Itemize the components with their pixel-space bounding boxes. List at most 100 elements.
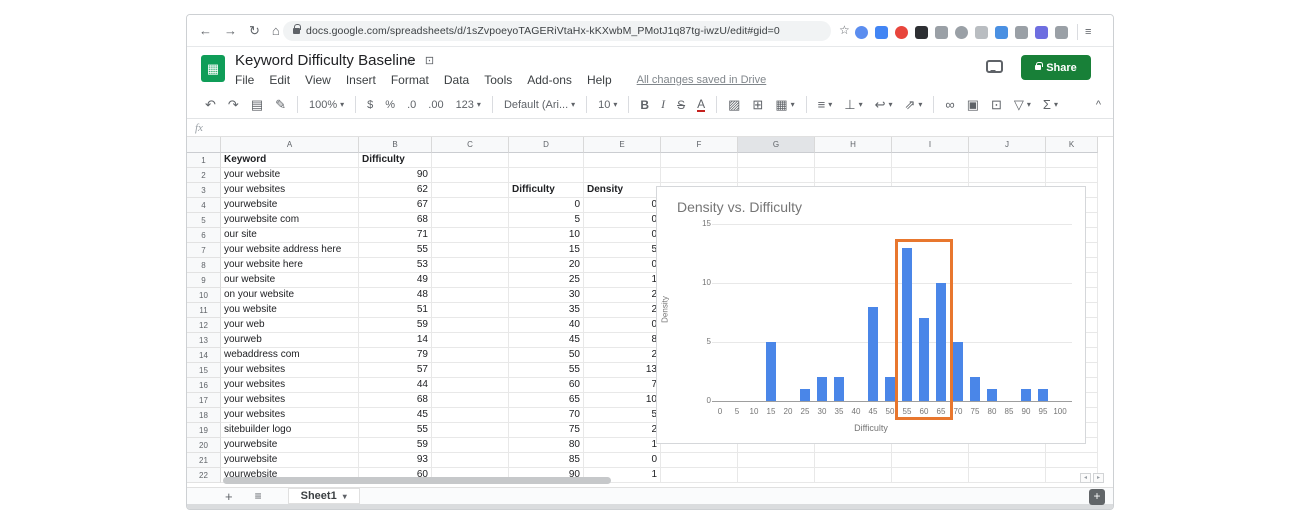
bookmark-star-icon[interactable]: ☆: [839, 23, 850, 37]
cell-k21[interactable]: [1046, 453, 1098, 468]
column-header-f[interactable]: F: [661, 137, 738, 153]
cell-b8[interactable]: 53: [359, 258, 432, 273]
cell-d16[interactable]: 60: [509, 378, 584, 393]
menu-insert[interactable]: Insert: [346, 73, 376, 87]
cell-a16[interactable]: your websites: [221, 378, 359, 393]
menu-format[interactable]: Format: [391, 73, 429, 87]
cell-b21[interactable]: 93: [359, 453, 432, 468]
row-number[interactable]: 6: [187, 228, 221, 243]
cell-g1[interactable]: [738, 153, 815, 168]
cell-c14[interactable]: [432, 348, 509, 363]
cell-d3[interactable]: Difficulty: [509, 183, 584, 198]
collapse-toolbar-button[interactable]: ^: [1096, 91, 1101, 119]
menu-addons[interactable]: Add-ons: [527, 73, 572, 87]
column-header-d[interactable]: D: [509, 137, 584, 153]
filter-icon[interactable]: ▽▾: [1014, 97, 1031, 113]
cell-b1[interactable]: Difficulty: [359, 153, 432, 168]
extension-icon[interactable]: [1015, 26, 1028, 39]
undo-icon[interactable]: ↶: [205, 97, 216, 113]
cell-e3[interactable]: Density: [584, 183, 661, 198]
cell-d14[interactable]: 50: [509, 348, 584, 363]
cell-h1[interactable]: [815, 153, 892, 168]
menu-help[interactable]: Help: [587, 73, 612, 87]
cell-d6[interactable]: 10: [509, 228, 584, 243]
cell-b12[interactable]: 59: [359, 318, 432, 333]
document-title[interactable]: Keyword Difficulty Baseline: [235, 52, 416, 69]
cell-e17[interactable]: 10: [584, 393, 661, 408]
menu-edit[interactable]: Edit: [269, 73, 290, 87]
add-sheet-button[interactable]: +: [225, 489, 233, 504]
cell-d20[interactable]: 80: [509, 438, 584, 453]
cell-e2[interactable]: [584, 168, 661, 183]
cell-b2[interactable]: 90: [359, 168, 432, 183]
cell-j1[interactable]: [969, 153, 1046, 168]
menu-file[interactable]: File: [235, 73, 254, 87]
cell-e16[interactable]: 7: [584, 378, 661, 393]
cell-e11[interactable]: 2: [584, 303, 661, 318]
redo-icon[interactable]: ↷: [228, 97, 239, 113]
cell-c10[interactable]: [432, 288, 509, 303]
row-number[interactable]: 13: [187, 333, 221, 348]
cell-b5[interactable]: 68: [359, 213, 432, 228]
row-number[interactable]: 16: [187, 378, 221, 393]
cell-c4[interactable]: [432, 198, 509, 213]
row-number[interactable]: 7: [187, 243, 221, 258]
format-percent-icon[interactable]: %: [385, 99, 395, 111]
cell-f2[interactable]: [661, 168, 738, 183]
cell-a14[interactable]: webaddress com: [221, 348, 359, 363]
cell-e14[interactable]: 2: [584, 348, 661, 363]
cell-c9[interactable]: [432, 273, 509, 288]
extension-icon[interactable]: [995, 26, 1008, 39]
insert-chart-icon[interactable]: ⊡: [991, 97, 1002, 113]
cell-a21[interactable]: yourwebsite: [221, 453, 359, 468]
cell-g2[interactable]: [738, 168, 815, 183]
insert-comment-icon[interactable]: ▣: [967, 97, 979, 113]
horizontal-scrollbar[interactable]: [223, 477, 611, 484]
cell-j21[interactable]: [969, 453, 1046, 468]
row-number[interactable]: 15: [187, 363, 221, 378]
row-number[interactable]: 8: [187, 258, 221, 273]
row-number[interactable]: 17: [187, 393, 221, 408]
cell-c1[interactable]: [432, 153, 509, 168]
row-number[interactable]: 10: [187, 288, 221, 303]
star-document-icon[interactable]: ☆: [405, 54, 415, 67]
cell-e5[interactable]: 0: [584, 213, 661, 228]
cell-c17[interactable]: [432, 393, 509, 408]
cell-c21[interactable]: [432, 453, 509, 468]
cell-d21[interactable]: 85: [509, 453, 584, 468]
strikethrough-icon[interactable]: S: [677, 98, 685, 112]
text-color-icon[interactable]: A: [697, 98, 705, 112]
cell-b11[interactable]: 51: [359, 303, 432, 318]
cell-b16[interactable]: 44: [359, 378, 432, 393]
cell-f1[interactable]: [661, 153, 738, 168]
extension-icon[interactable]: [895, 26, 908, 39]
cell-b15[interactable]: 57: [359, 363, 432, 378]
cell-c2[interactable]: [432, 168, 509, 183]
cell-d15[interactable]: 55: [509, 363, 584, 378]
cell-d2[interactable]: [509, 168, 584, 183]
cell-i1[interactable]: [892, 153, 969, 168]
cell-c6[interactable]: [432, 228, 509, 243]
cell-c3[interactable]: [432, 183, 509, 198]
increase-decimal-icon[interactable]: .00: [428, 99, 443, 111]
cell-e18[interactable]: 5: [584, 408, 661, 423]
chart-overlay[interactable]: Density vs. Difficulty Density Difficult…: [656, 186, 1086, 444]
explore-button[interactable]: +: [1089, 489, 1105, 505]
extension-icon[interactable]: [915, 26, 928, 39]
decrease-decimal-icon[interactable]: .0: [407, 99, 416, 111]
cell-a15[interactable]: your websites: [221, 363, 359, 378]
comment-history-icon[interactable]: [986, 60, 1003, 73]
row-number[interactable]: 1: [187, 153, 221, 168]
cell-b4[interactable]: 67: [359, 198, 432, 213]
paint-format-icon[interactable]: ✎: [275, 97, 286, 113]
scroll-left-button[interactable]: ◂: [1080, 473, 1091, 483]
row-number[interactable]: 11: [187, 303, 221, 318]
print-icon[interactable]: ▤: [251, 97, 263, 113]
cell-f21[interactable]: [661, 453, 738, 468]
row-number[interactable]: 21: [187, 453, 221, 468]
cell-i21[interactable]: [892, 453, 969, 468]
column-header-b[interactable]: B: [359, 137, 432, 153]
text-rotation-icon[interactable]: ⇗▾: [905, 97, 923, 113]
cell-a6[interactable]: our site: [221, 228, 359, 243]
column-header-c[interactable]: C: [432, 137, 509, 153]
